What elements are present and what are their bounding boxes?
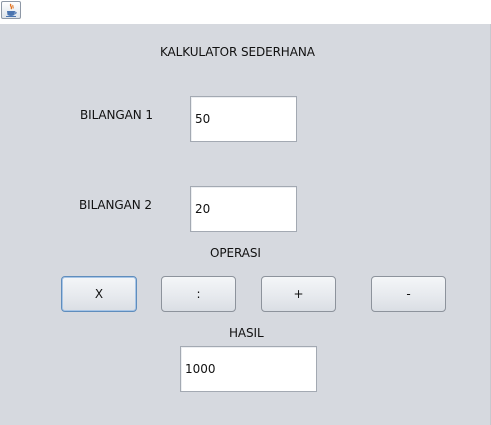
subtract-button[interactable]: - xyxy=(371,276,446,312)
bilangan1-label: BILANGAN 1 xyxy=(80,108,153,122)
multiply-button[interactable]: X xyxy=(61,276,137,312)
add-button[interactable]: + xyxy=(261,276,336,312)
bilangan2-label: BILANGAN 2 xyxy=(79,198,152,212)
hasil-label: HASIL xyxy=(229,326,264,340)
bilangan1-input[interactable] xyxy=(190,96,297,142)
divide-button[interactable]: : xyxy=(161,276,236,312)
java-cup-icon[interactable] xyxy=(1,1,21,19)
operasi-label: OPERASI xyxy=(210,246,261,260)
page-title: KALKULATOR SEDERHANA xyxy=(160,45,315,59)
hasil-output[interactable] xyxy=(180,346,317,392)
bilangan2-input[interactable] xyxy=(190,186,297,232)
title-bar xyxy=(0,0,491,24)
